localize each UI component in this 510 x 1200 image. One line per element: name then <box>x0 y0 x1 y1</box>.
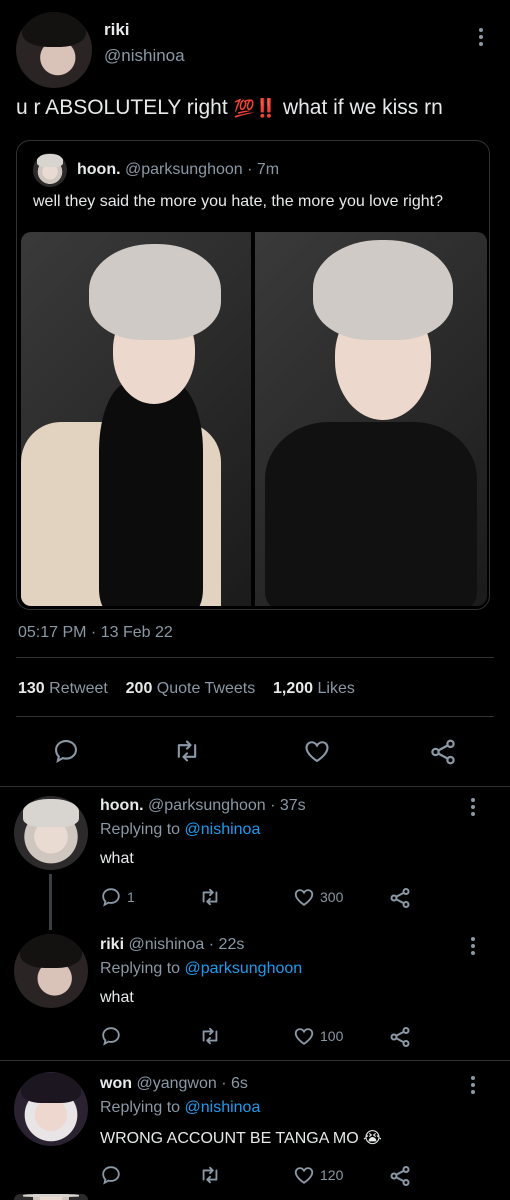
more-icon[interactable] <box>470 798 476 819</box>
reply-header: riki @nishinoa · 22s <box>100 936 244 954</box>
reply-icon[interactable] <box>52 737 80 765</box>
like-icon[interactable] <box>293 1164 315 1186</box>
quote-stat[interactable]: 200 Quote Tweets <box>126 680 256 697</box>
replying-to: Replying to @parksunghoon <box>100 960 303 977</box>
like-icon[interactable] <box>293 886 315 908</box>
retweet-icon[interactable] <box>172 737 202 765</box>
reply-name[interactable]: hoon. <box>100 797 144 814</box>
more-icon[interactable] <box>470 937 476 958</box>
hundred-emoji: 💯 <box>233 99 255 118</box>
reply-text: what <box>100 850 134 867</box>
replying-to-link[interactable]: @nishinoa <box>185 821 261 838</box>
quoted-time: · 7m <box>247 161 280 178</box>
quoted-tweet-card[interactable]: hoon. @parksunghoon · 7m well they said … <box>16 140 490 610</box>
like-count: 120 <box>320 1167 344 1183</box>
share-icon[interactable] <box>388 1025 412 1049</box>
retweet-icon[interactable] <box>198 886 222 908</box>
reply-text: what <box>100 989 134 1006</box>
divider <box>16 716 494 717</box>
divider <box>16 657 494 658</box>
like-count: 300 <box>320 889 344 905</box>
reply-handle[interactable]: @yangwon <box>136 1075 216 1092</box>
divider <box>0 786 510 787</box>
quoted-text: well they said the more you hate, the mo… <box>33 193 443 210</box>
thread-line <box>49 874 52 930</box>
replying-to: Replying to @nishinoa <box>100 1099 261 1116</box>
reply-name[interactable]: won <box>100 1075 132 1092</box>
reply-time: · 22s <box>208 936 245 953</box>
reply-count: 1 <box>127 889 135 905</box>
retweet-icon[interactable] <box>198 1025 222 1047</box>
like-icon[interactable] <box>303 737 331 765</box>
more-icon[interactable] <box>478 28 484 49</box>
reply-time: · 6s <box>221 1075 248 1092</box>
avatar-next-reply[interactable] <box>14 1194 88 1200</box>
tweet-text: u r ABSOLUTELY right 💯‼️ what if we kiss… <box>16 96 443 120</box>
retweet-icon[interactable] <box>198 1164 222 1186</box>
reply-icon[interactable] <box>100 1164 122 1186</box>
avatar-riki[interactable] <box>14 934 88 1008</box>
tweet-text-before: u r ABSOLUTELY right <box>16 96 228 119</box>
tweet-text-after: what if we kiss rn <box>282 96 443 119</box>
reply-header: hoon. @parksunghoon · 37s <box>100 797 306 815</box>
quoted-header: hoon. @parksunghoon · 7m <box>77 161 279 179</box>
avatar-won[interactable] <box>14 1072 88 1146</box>
like-stat[interactable]: 1,200 Likes <box>273 680 355 697</box>
reply-text: WRONG ACCOUNT BE TANGA MO 😭 <box>100 1130 382 1147</box>
reply-handle[interactable]: @parksunghoon <box>148 797 266 814</box>
share-icon[interactable] <box>428 737 458 767</box>
replying-to-link[interactable]: @parksunghoon <box>185 960 303 977</box>
reply-time: · 37s <box>270 797 306 814</box>
avatar-hoon[interactable] <box>14 796 88 870</box>
tweet-stats: 130 Retweet 200 Quote Tweets 1,200 Likes <box>18 680 355 698</box>
quoted-name: hoon. <box>77 161 121 178</box>
reply-name[interactable]: riki <box>100 936 124 953</box>
like-count: 100 <box>320 1028 344 1044</box>
double-exclamation-emoji: ‼️ <box>254 98 278 118</box>
quoted-avatar <box>33 153 67 187</box>
tweet-timestamp[interactable]: 05:17 PM · 13 Feb 22 <box>18 624 173 642</box>
quoted-photo-1[interactable] <box>21 232 251 606</box>
quoted-handle: @parksunghoon <box>125 161 243 178</box>
avatar-riki[interactable] <box>16 12 92 88</box>
crying-emoji: 😭 <box>363 1130 382 1147</box>
reply-header: won @yangwon · 6s <box>100 1075 248 1093</box>
divider <box>0 1060 510 1061</box>
like-icon[interactable] <box>293 1025 315 1047</box>
quoted-photo-2[interactable] <box>255 232 487 606</box>
more-icon[interactable] <box>470 1076 476 1097</box>
retweet-stat[interactable]: 130 Retweet <box>18 680 108 697</box>
replying-to-link[interactable]: @nishinoa <box>185 1099 261 1116</box>
reply-icon[interactable] <box>100 1025 122 1047</box>
share-icon[interactable] <box>388 886 412 910</box>
replying-to: Replying to @nishinoa <box>100 821 261 838</box>
reply-icon[interactable] <box>100 886 122 908</box>
author-name[interactable]: riki <box>104 20 130 40</box>
reply-handle[interactable]: @nishinoa <box>128 936 204 953</box>
share-icon[interactable] <box>388 1164 412 1188</box>
author-handle[interactable]: @nishinoa <box>104 46 185 66</box>
